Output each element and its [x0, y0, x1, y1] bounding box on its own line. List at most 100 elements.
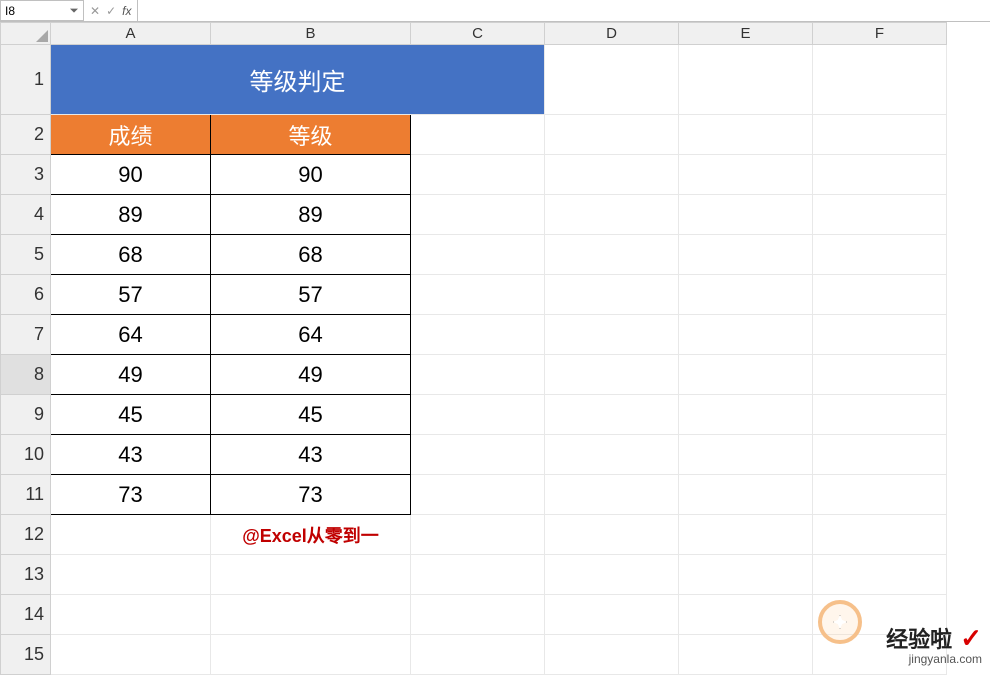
cell[interactable] — [679, 635, 813, 675]
cell[interactable] — [545, 395, 679, 435]
cell[interactable] — [679, 435, 813, 475]
cell[interactable] — [813, 435, 947, 475]
cell[interactable] — [679, 155, 813, 195]
cell[interactable] — [545, 155, 679, 195]
table-cell[interactable]: 90 — [211, 155, 411, 195]
col-header-b[interactable]: B — [211, 23, 411, 45]
table-cell[interactable]: 43 — [51, 435, 211, 475]
cell[interactable] — [211, 555, 411, 595]
cell[interactable] — [411, 115, 545, 155]
cell[interactable] — [411, 355, 545, 395]
table-cell[interactable]: 90 — [51, 155, 211, 195]
table-cell[interactable]: 57 — [211, 275, 411, 315]
footer-text[interactable]: @Excel从零到一 — [211, 515, 411, 555]
cell[interactable] — [813, 235, 947, 275]
cell[interactable] — [545, 235, 679, 275]
cell[interactable] — [51, 555, 211, 595]
cell[interactable] — [813, 555, 947, 595]
cell[interactable] — [679, 235, 813, 275]
row-header[interactable]: 10 — [1, 435, 51, 475]
table-cell[interactable]: 68 — [51, 235, 211, 275]
col-header-f[interactable]: F — [813, 23, 947, 45]
cell[interactable] — [545, 515, 679, 555]
cell[interactable] — [545, 195, 679, 235]
cell[interactable] — [411, 395, 545, 435]
col-header-c[interactable]: C — [411, 23, 545, 45]
cell[interactable] — [679, 115, 813, 155]
row-header[interactable]: 2 — [1, 115, 51, 155]
cell[interactable] — [411, 475, 545, 515]
cell[interactable] — [411, 435, 545, 475]
row-header[interactable]: 3 — [1, 155, 51, 195]
cell[interactable] — [679, 515, 813, 555]
table-cell[interactable]: 49 — [211, 355, 411, 395]
col-header-a[interactable]: A — [51, 23, 211, 45]
cell[interactable] — [679, 355, 813, 395]
cell[interactable] — [411, 635, 545, 675]
cell[interactable] — [679, 475, 813, 515]
table-cell[interactable]: 45 — [211, 395, 411, 435]
cell[interactable] — [813, 195, 947, 235]
cell[interactable] — [51, 635, 211, 675]
table-cell[interactable]: 45 — [51, 395, 211, 435]
title-cell[interactable]: 等级判定 — [51, 45, 545, 115]
cell[interactable] — [545, 635, 679, 675]
table-cell[interactable]: 57 — [51, 275, 211, 315]
row-header[interactable]: 13 — [1, 555, 51, 595]
table-cell[interactable]: 49 — [51, 355, 211, 395]
row-header[interactable]: 7 — [1, 315, 51, 355]
col-header-e[interactable]: E — [679, 23, 813, 45]
table-header-b[interactable]: 等级 — [211, 115, 411, 155]
row-header[interactable]: 1 — [1, 45, 51, 115]
cell[interactable] — [679, 45, 813, 115]
row-header[interactable]: 15 — [1, 635, 51, 675]
table-cell[interactable]: 73 — [51, 475, 211, 515]
cell[interactable] — [411, 315, 545, 355]
cell[interactable] — [411, 555, 545, 595]
cell[interactable] — [211, 635, 411, 675]
chevron-down-icon[interactable] — [69, 6, 79, 16]
table-header-a[interactable]: 成绩 — [51, 115, 211, 155]
cell[interactable] — [813, 45, 947, 115]
cell[interactable] — [545, 435, 679, 475]
cell[interactable] — [813, 515, 947, 555]
cell[interactable] — [545, 475, 679, 515]
cell[interactable] — [211, 595, 411, 635]
cell[interactable] — [679, 275, 813, 315]
row-header[interactable]: 12 — [1, 515, 51, 555]
col-header-d[interactable]: D — [545, 23, 679, 45]
row-header[interactable]: 11 — [1, 475, 51, 515]
table-cell[interactable]: 89 — [51, 195, 211, 235]
cell[interactable] — [411, 595, 545, 635]
cell[interactable] — [545, 595, 679, 635]
cell[interactable] — [813, 635, 947, 675]
select-all-corner[interactable] — [1, 23, 51, 45]
enter-icon[interactable]: ✓ — [106, 4, 116, 18]
table-cell[interactable]: 89 — [211, 195, 411, 235]
row-header[interactable]: 8 — [1, 355, 51, 395]
row-header[interactable]: 4 — [1, 195, 51, 235]
cell[interactable] — [813, 475, 947, 515]
cell[interactable] — [813, 115, 947, 155]
row-header[interactable]: 6 — [1, 275, 51, 315]
table-cell[interactable]: 43 — [211, 435, 411, 475]
cell[interactable] — [813, 355, 947, 395]
cell[interactable] — [545, 115, 679, 155]
table-cell[interactable]: 64 — [51, 315, 211, 355]
cancel-icon[interactable]: ✕ — [90, 4, 100, 18]
cell[interactable] — [51, 595, 211, 635]
cell[interactable] — [411, 515, 545, 555]
cell[interactable] — [679, 595, 813, 635]
formula-input[interactable] — [138, 0, 990, 21]
cell[interactable] — [545, 45, 679, 115]
cell[interactable] — [411, 195, 545, 235]
cell[interactable] — [679, 555, 813, 595]
cell[interactable] — [813, 315, 947, 355]
cell[interactable] — [411, 155, 545, 195]
fx-icon[interactable]: fx — [122, 4, 131, 18]
cell[interactable] — [545, 315, 679, 355]
grid[interactable]: A B C D E F 1 等级判定 2 成绩 等级 3 90 — [0, 22, 947, 675]
cell[interactable] — [813, 395, 947, 435]
cell[interactable] — [679, 195, 813, 235]
table-cell[interactable]: 73 — [211, 475, 411, 515]
